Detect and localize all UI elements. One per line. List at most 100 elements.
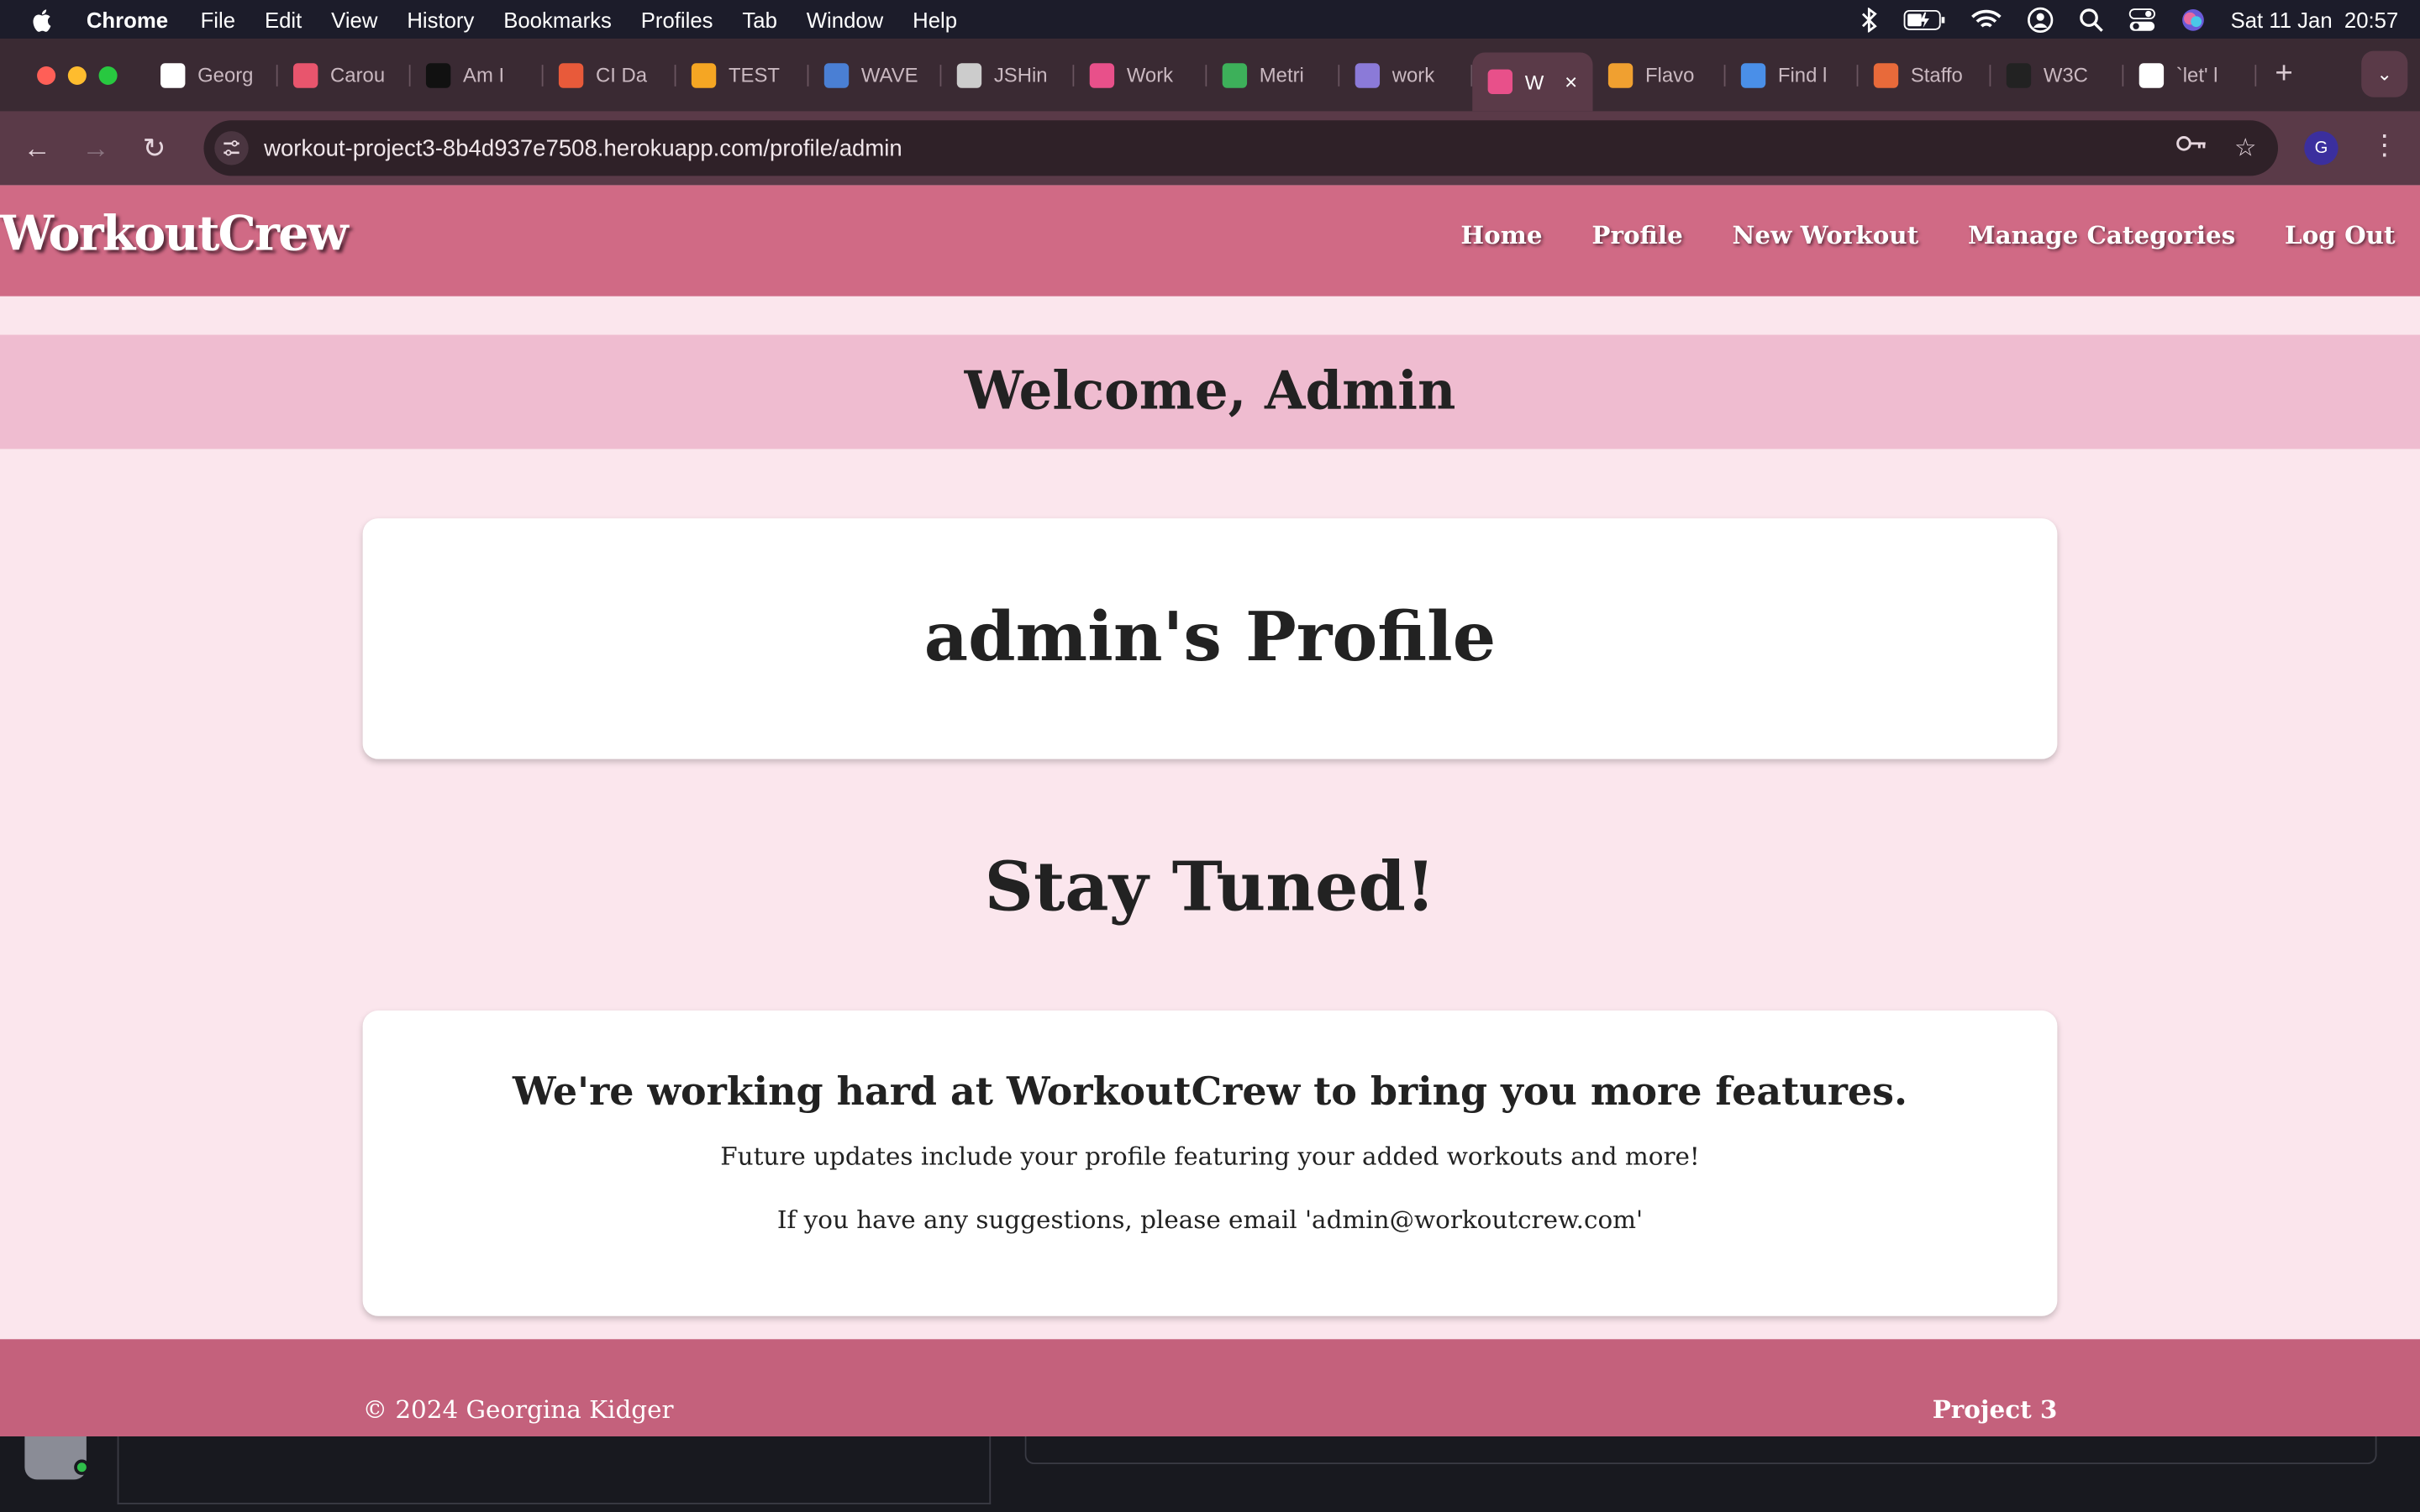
browser-tab[interactable]: TEST — [676, 49, 809, 101]
more-options-icon[interactable]: ⋮ — [2370, 129, 2398, 162]
w3c-icon — [2006, 62, 2032, 87]
forward-button[interactable]: → — [81, 132, 112, 164]
nav-link-home[interactable]: Home — [1460, 221, 1542, 250]
browser-tab[interactable]: Staffo — [1858, 49, 1991, 101]
tab-label: Georg — [197, 63, 254, 87]
browser-tab[interactable]: `let' l — [2123, 49, 2257, 101]
tab-label: JSHin — [993, 63, 1048, 87]
background-panel-right — [1024, 1436, 2377, 1465]
menu-window[interactable]: Window — [807, 7, 883, 31]
browser-tab[interactable]: JSHin — [941, 49, 1075, 101]
reload-button[interactable]: ↻ — [139, 132, 170, 164]
browser-tab[interactable]: Metri — [1207, 49, 1340, 101]
close-window-button[interactable] — [37, 66, 56, 85]
tab-separator — [2254, 64, 2257, 86]
browser-tab[interactable]: Flavo — [1593, 49, 1726, 101]
footer-copyright: © 2024 Georgina Kidger — [362, 1394, 674, 1425]
profile-title: admin's Profile — [923, 598, 1497, 678]
features-text-updates: Future updates include your profile feat… — [720, 1142, 1700, 1172]
minimize-window-button[interactable] — [67, 66, 87, 85]
wave-icon — [823, 62, 850, 87]
fries-icon — [1607, 62, 1634, 87]
maximize-window-button[interactable] — [98, 66, 118, 85]
footer-project-label: Project 3 — [1932, 1394, 2058, 1425]
nav-link-new-workout[interactable]: New Workout — [1733, 221, 1919, 250]
control-center-icon[interactable] — [2128, 7, 2156, 31]
browser-tab[interactable]: Am I — [411, 49, 544, 101]
browser-tab[interactable]: Find l — [1725, 49, 1859, 101]
tab-search-button[interactable]: ⌄ — [2361, 50, 2408, 97]
github-icon — [2139, 62, 2165, 87]
site-nav-links: Home Profile New Workout Manage Categori… — [1460, 221, 2395, 250]
tab-label: Work — [1126, 63, 1174, 87]
jshint-icon — [956, 62, 982, 87]
menu-bookmarks[interactable]: Bookmarks — [503, 7, 612, 31]
features-text-suggestions: If you have any suggestions, please emai… — [776, 1205, 1644, 1235]
ci-icon — [558, 62, 584, 87]
tab-label: Metri — [1259, 63, 1304, 87]
profile-avatar[interactable]: G — [2304, 131, 2338, 165]
site-navbar: WorkoutCrew Home Profile New Workout Man… — [0, 185, 2420, 297]
background-window — [0, 1436, 2420, 1512]
bookmark-star-icon[interactable]: ☆ — [2234, 133, 2256, 164]
menu-file[interactable]: File — [201, 7, 235, 31]
wifi-icon[interactable] — [1971, 8, 2002, 30]
welcome-heading: Welcome, Admin — [964, 360, 1456, 423]
carousel-icon — [292, 62, 318, 87]
password-key-icon[interactable] — [2175, 133, 2207, 164]
tab-label: Staffo — [1910, 63, 1963, 87]
menu-edit[interactable]: Edit — [265, 7, 302, 31]
menu-tab[interactable]: Tab — [742, 7, 776, 31]
menubar-status-area: Sat 11 Jan 20:57 — [1860, 0, 2399, 39]
browser-tab[interactable]: Carou — [278, 49, 411, 101]
browser-tab[interactable]: WAVE — [808, 49, 942, 101]
menubar-clock[interactable]: Sat 11 Jan 20:57 — [2231, 7, 2399, 31]
nav-link-profile[interactable]: Profile — [1591, 221, 1682, 250]
browser-tab[interactable]: Georg — [145, 49, 278, 101]
nav-link-log-out[interactable]: Log Out — [2285, 221, 2396, 250]
address-bar[interactable]: workout-project3-8b4d937e7508.herokuapp.… — [203, 120, 2279, 176]
site-brand-logo[interactable]: WorkoutCrew — [0, 207, 349, 262]
url-text[interactable]: workout-project3-8b4d937e7508.herokuapp.… — [264, 135, 902, 161]
site-info-icon[interactable] — [214, 131, 249, 165]
web-page: WorkoutCrew Home Profile New Workout Man… — [0, 185, 2420, 1436]
dumbbell-icon — [1487, 69, 1512, 95]
menu-help[interactable]: Help — [913, 7, 957, 31]
new-tab-button[interactable]: + — [2275, 57, 2292, 92]
site-footer: © 2024 Georgina Kidger Project 3 — [0, 1339, 2420, 1436]
leaf-icon — [1222, 62, 1248, 87]
siri-icon[interactable] — [2181, 7, 2206, 31]
test-icon — [691, 62, 717, 87]
apple-icon[interactable] — [31, 7, 55, 31]
menu-profiles[interactable]: Profiles — [641, 7, 713, 31]
browser-tab[interactable]: work — [1339, 49, 1473, 101]
battery-icon[interactable] — [1903, 8, 1946, 30]
menu-view[interactable]: View — [331, 7, 377, 31]
features-heading: We're working hard at WorkoutCrew to bri… — [512, 1068, 1908, 1115]
close-tab-icon[interactable]: × — [1565, 70, 1577, 94]
tab-label: Flavo — [1644, 63, 1695, 87]
bluetooth-icon[interactable] — [1860, 7, 1879, 32]
nav-link-manage-categories[interactable]: Manage Categories — [1968, 221, 2235, 250]
dumbbell-icon — [1089, 62, 1115, 87]
browser-tab[interactable]: CI Da — [544, 49, 676, 101]
browser-tab[interactable]: W3C — [1991, 49, 2124, 101]
tab-label: `let' l — [2175, 63, 2218, 87]
tab-label: CI Da — [595, 63, 648, 87]
browser-tab-strip: Georg Carou Am I CI Da TEST WAVE JSHin Work Metr… — [0, 38, 2420, 112]
tab-label: Am I — [463, 63, 505, 87]
browser-tab[interactable]: Work — [1074, 49, 1207, 101]
spotlight-search-icon[interactable] — [2080, 7, 2104, 31]
welcome-banner: Welcome, Admin — [0, 334, 2420, 449]
menubar-app-name[interactable]: Chrome — [87, 7, 168, 31]
background-panel-left — [117, 1436, 992, 1504]
user-account-icon[interactable] — [2027, 5, 2054, 33]
menu-history[interactable]: History — [407, 7, 474, 31]
flag-icon — [1740, 62, 1766, 87]
tab-label: WAVE — [860, 63, 918, 87]
tab-label: W3C — [2043, 63, 2088, 87]
back-button[interactable]: ← — [22, 132, 53, 164]
browser-toolbar: ← → ↻ workout-project3-8b4d937e7508.hero… — [0, 111, 2420, 186]
tab-label: W — [1524, 70, 1544, 94]
tab-active[interactable]: W × — [1472, 52, 1593, 112]
